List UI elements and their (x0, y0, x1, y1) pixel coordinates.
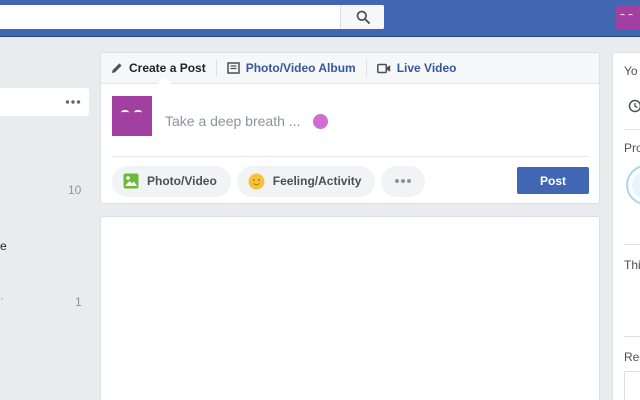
right-sidebar: Yo Pro Thi Rec (612, 52, 640, 400)
tab-divider (365, 60, 367, 76)
active-tab-indicator (158, 77, 172, 84)
right-sidebar-heading: Pro (624, 141, 640, 155)
tab-label: Create a Post (129, 61, 206, 75)
photo-icon (123, 173, 139, 189)
video-camera-icon (376, 63, 390, 73)
section-divider (624, 336, 640, 337)
ellipsis-icon[interactable] (65, 96, 81, 108)
photo-video-label: Photo/Video (147, 174, 217, 188)
tab-photo-video-album[interactable]: Photo/Video Album (226, 53, 356, 84)
right-sidebar-thumbnail[interactable] (624, 371, 640, 400)
feeling-activity-button[interactable]: Feeling/Activity (236, 165, 376, 197)
composer-tabs: Create a Post Photo/Video Album Live Vid… (101, 53, 599, 84)
search-icon (356, 10, 370, 24)
composer-text-input[interactable]: Take a deep breath ... (165, 113, 300, 129)
tab-divider (215, 60, 217, 76)
clock-icon (628, 99, 640, 113)
avatar-eye (121, 110, 129, 115)
search-input[interactable] (0, 5, 340, 29)
album-icon (226, 62, 240, 74)
left-nav-fragment: · (0, 291, 4, 305)
composer-actions: Photo/Video Feeling/Activity (112, 165, 431, 197)
section-divider (624, 129, 640, 130)
emoji-picker-icon[interactable] (313, 114, 328, 129)
more-options-button[interactable] (381, 165, 426, 197)
tab-label: Photo/Video Album (245, 61, 356, 75)
left-nav-count: 1 (75, 295, 82, 309)
left-nav-label-fragment[interactable]: e (0, 239, 7, 253)
section-divider (624, 244, 640, 245)
tab-live-video[interactable]: Live Video (376, 53, 457, 84)
composer-avatar (112, 96, 152, 136)
avatar-eye (134, 110, 142, 115)
left-nav-count: 10 (68, 183, 82, 197)
post-button[interactable]: Post (517, 167, 589, 194)
feeling-activity-label: Feeling/Activity (272, 174, 362, 188)
photo-video-button[interactable]: Photo/Video (112, 165, 231, 197)
smiley-icon (248, 173, 265, 189)
search-box[interactable] (0, 5, 384, 29)
right-sidebar-heading: Thi (624, 258, 640, 272)
search-button[interactable] (340, 5, 384, 29)
left-nav-selected-item[interactable] (0, 88, 89, 116)
right-sidebar-heading: Yo (624, 64, 638, 78)
feed-story-card (100, 216, 600, 400)
post-composer: Create a Post Photo/Video Album Live Vid… (100, 52, 600, 204)
tab-label: Live Video (396, 61, 457, 75)
ellipsis-icon (395, 179, 412, 183)
top-navigation-bar (0, 0, 640, 37)
pencil-icon (112, 63, 122, 73)
profile-avatar[interactable] (616, 5, 640, 29)
right-sidebar-heading: Rec (624, 350, 640, 364)
profile-progress-ring[interactable] (626, 165, 640, 205)
composer-divider (112, 156, 588, 157)
